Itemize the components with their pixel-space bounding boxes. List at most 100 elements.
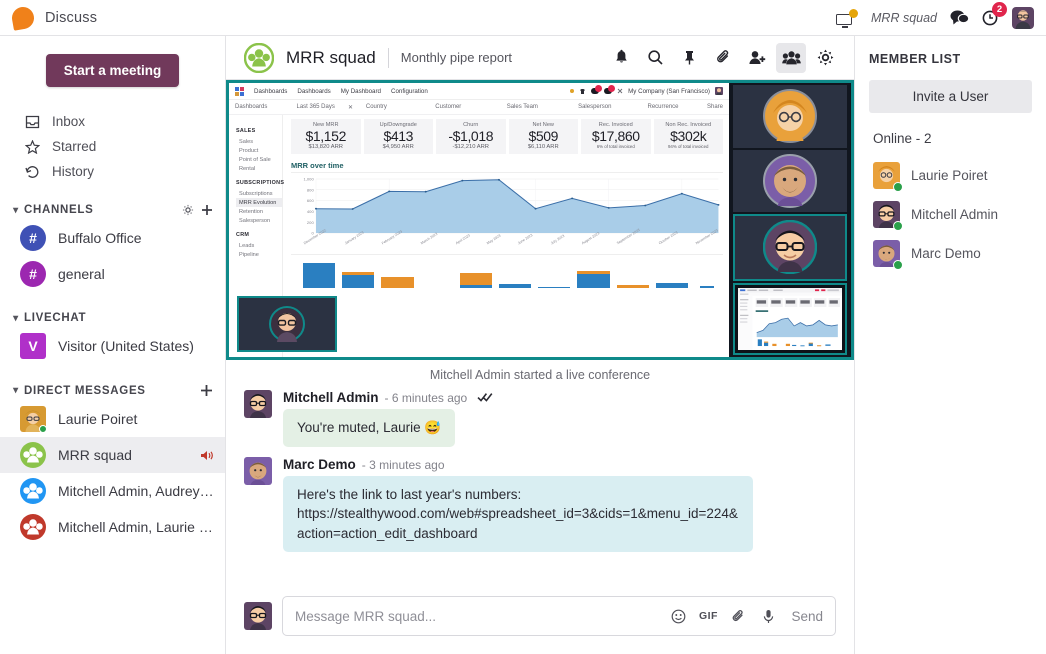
section-title: DIRECT MESSAGES xyxy=(24,384,146,397)
menu-item: Pipeline xyxy=(239,251,259,258)
bar-new xyxy=(303,262,336,289)
avatar[interactable] xyxy=(1012,6,1034,29)
participant-tile-screen-share[interactable] xyxy=(733,282,847,355)
channel-label: Mitchell Admin, Audrey ... xyxy=(58,483,215,499)
bar-churn xyxy=(616,285,649,289)
channels-section-header[interactable]: ▾ CHANNELS xyxy=(0,204,225,216)
avatar xyxy=(244,602,272,630)
svg-text:1,000: 1,000 xyxy=(304,178,314,182)
start-meeting-button[interactable]: Start a meeting xyxy=(45,54,180,87)
send-button[interactable]: Send xyxy=(783,609,823,624)
channel-label: general xyxy=(58,266,105,282)
double-check-icon xyxy=(477,392,493,402)
composer-box[interactable]: GIF Send xyxy=(282,596,836,636)
filter-chip: Recurrence xyxy=(647,104,679,110)
mrr-area-chart: 0 200 400 600 800 1,000 xyxy=(291,175,723,241)
avatar xyxy=(244,456,272,485)
kpi-card: Rec. Invoiced $17,860 6% of total invoiced xyxy=(581,119,651,155)
channel-label: Mitchell Admin, Laurie P... xyxy=(58,519,215,535)
channel-label: MRR squad xyxy=(58,447,132,463)
sidebar-item-inbox[interactable]: Inbox xyxy=(0,109,225,134)
participant-tile-laurie-poiret[interactable] xyxy=(733,85,847,148)
shortcut-icon xyxy=(617,88,623,94)
sidebar-livechat-visitor[interactable]: V Visitor (United States) xyxy=(0,328,225,364)
message-bubble: You're muted, Laurie 😅 xyxy=(283,409,456,447)
menu-item: Product xyxy=(239,147,259,154)
emoji-smiley-icon[interactable] xyxy=(663,609,693,624)
channels-section-actions xyxy=(182,204,213,216)
sidebar-channel-buffalo-office[interactable]: # Buffalo Office xyxy=(0,220,225,256)
participant-tile-marc-demo[interactable] xyxy=(733,149,847,212)
top-bar: Discuss MRR squad 2 xyxy=(0,0,1046,36)
member-item-mitchell-admin[interactable]: Mitchell Admin xyxy=(869,195,1032,234)
conference-stage[interactable]: Dashboards Dashboards My Dashboard Confi… xyxy=(226,80,854,360)
microphone-icon[interactable] xyxy=(753,609,783,624)
svg-text:200: 200 xyxy=(307,221,314,225)
bar-group xyxy=(655,283,689,289)
sidebar-dm-mitchell-audrey[interactable]: Mitchell Admin, Audrey ... xyxy=(0,473,225,509)
bar-new xyxy=(577,274,610,289)
settings-gear-icon[interactable] xyxy=(810,43,840,73)
activity-count-badge: 2 xyxy=(992,2,1007,17)
kpi-value: $1,152 xyxy=(305,128,347,144)
top-bar-right: MRR squad 2 xyxy=(836,2,1034,29)
systray-channel-label: MRR squad xyxy=(871,10,937,25)
brand[interactable]: Discuss xyxy=(10,4,97,31)
plus-icon[interactable] xyxy=(200,384,213,397)
clock-activity-icon[interactable]: 2 xyxy=(982,2,1007,26)
sidebar-dm-mitchell-laurie[interactable]: Mitchell Admin, Laurie P... xyxy=(0,509,225,545)
online-indicator xyxy=(39,425,47,433)
message-list: Mitchell Admin - 6 minutes ago You're mu… xyxy=(226,386,854,586)
notification-bell-icon[interactable] xyxy=(606,43,636,73)
gear-icon[interactable] xyxy=(182,204,194,216)
group-avatar-icon xyxy=(20,514,46,540)
plus-icon[interactable] xyxy=(201,204,213,216)
dashboard-content: New MRR $1,152 $13,820 ARR Up/Downgrade $41… xyxy=(283,115,729,357)
participant-tiles xyxy=(729,83,851,357)
page-title: MRR squad xyxy=(286,47,376,67)
section-title: CHANNELS xyxy=(24,204,94,216)
group-avatar-icon xyxy=(20,478,46,504)
add-user-icon[interactable] xyxy=(742,43,772,73)
pin-icon[interactable] xyxy=(674,43,704,73)
livechat-section-header[interactable]: ▾ LIVECHAT xyxy=(0,312,225,324)
member-item-marc-demo[interactable]: Marc Demo xyxy=(869,234,1032,273)
message-link[interactable]: https://stealthywood.com/web#spreadsheet… xyxy=(297,506,738,541)
filter-chip: Salesperson xyxy=(578,104,612,110)
kpi-sub: $4,950 ARR xyxy=(382,144,414,151)
search-icon[interactable] xyxy=(640,43,670,73)
channel-label: Visitor (United States) xyxy=(58,338,194,354)
sidebar-channel-general[interactable]: # general xyxy=(0,256,225,292)
self-video-tile[interactable] xyxy=(237,296,337,352)
member-item-laurie-poiret[interactable]: Laurie Poiret xyxy=(869,156,1032,195)
sidebar-dm-mrr-squad[interactable]: MRR squad xyxy=(0,437,225,473)
invite-user-button[interactable]: Invite a User xyxy=(869,80,1032,113)
shared-screen-tile[interactable]: Dashboards Dashboards My Dashboard Confi… xyxy=(229,83,729,357)
speaker-muted-icon[interactable] xyxy=(200,449,215,462)
dm-section-header[interactable]: ▾ DIRECT MESSAGES xyxy=(0,384,225,397)
menu-item: Retention xyxy=(239,208,263,215)
bar-new xyxy=(655,283,689,289)
paperclip-icon[interactable] xyxy=(723,609,753,624)
message-input[interactable] xyxy=(295,608,664,624)
chat-bubble-icon[interactable] xyxy=(950,9,969,26)
shirt-icon xyxy=(579,88,586,95)
member-list-icon[interactable] xyxy=(776,42,806,73)
channel-label: Buffalo Office xyxy=(58,230,142,246)
gif-button[interactable]: GIF xyxy=(693,610,723,622)
sidebar-dm-laurie-poiret[interactable]: Laurie Poiret xyxy=(0,401,225,437)
chevron-down-icon: ▾ xyxy=(13,312,19,324)
avatar xyxy=(763,220,817,275)
discuss-app: Discuss MRR squad 2 Start a meeting Inbo… xyxy=(0,0,1046,654)
kpi-row: New MRR $1,152 $13,820 ARR Up/Downgrade $41… xyxy=(291,119,723,155)
screen-share-icon[interactable] xyxy=(836,8,858,28)
mrr-bar-chart xyxy=(291,254,723,289)
channel-header-tools xyxy=(606,42,840,73)
attachment-icon[interactable] xyxy=(708,43,738,73)
sidebar-item-history[interactable]: History xyxy=(0,159,225,184)
sidebar-item-starred[interactable]: Starred xyxy=(0,134,225,159)
menu-group-title: SUBSCRIPTIONS xyxy=(236,180,285,186)
kpi-card: New MRR $1,152 $13,820 ARR xyxy=(291,119,361,155)
participant-tile-mitchell-admin[interactable] xyxy=(733,214,847,281)
conference-status-note: Mitchell Admin started a live conference xyxy=(429,368,651,382)
